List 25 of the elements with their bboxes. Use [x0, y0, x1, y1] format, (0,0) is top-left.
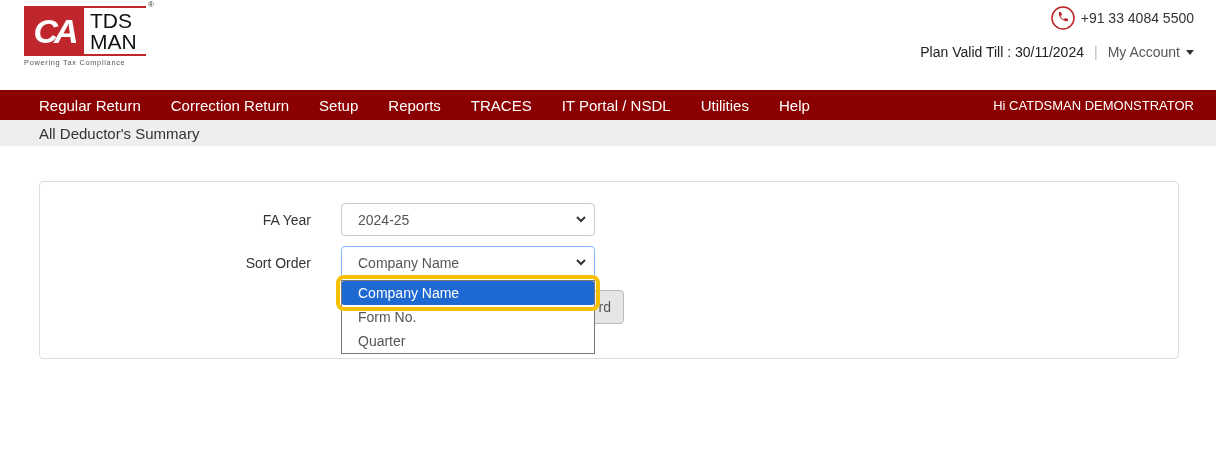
menu-item[interactable]: Help — [778, 96, 810, 114]
user-greeting: Hi CATDSMAN DEMONSTRATOR — [993, 97, 1194, 113]
field-label: Sort Order — [244, 254, 311, 271]
phone-number: +91 33 4084 5500 — [1080, 10, 1194, 26]
menu-item[interactable]: Regular Return — [39, 96, 141, 114]
chevron-down-icon — [576, 259, 586, 266]
logo-mark: CA — [24, 8, 84, 54]
menu-item[interactable]: Setup — [319, 96, 359, 114]
field-label: FA Year — [261, 211, 311, 228]
registered-mark: ® — [148, 0, 154, 9]
menu-item[interactable]: Utilities — [700, 96, 749, 114]
menu-item[interactable]: Reports — [388, 96, 441, 114]
page-title: All Deductor's Summary — [39, 124, 200, 142]
menu-item[interactable]: IT Portal / NSDL — [561, 96, 671, 114]
menu-item[interactable]: Correction Return — [170, 96, 290, 114]
logo-text: TDS — [90, 10, 133, 31]
year-select[interactable]: 2024-25 — [341, 203, 595, 236]
chevron-down-icon — [576, 216, 586, 223]
my-account-link[interactable]: My Account — [1107, 44, 1180, 60]
logo-text: MAN — [90, 31, 137, 52]
menu-item[interactable]: TRACES — [470, 96, 532, 114]
plan-validity: Plan Valid Till : 30/11/2024 — [920, 44, 1084, 60]
caret-icon — [1186, 49, 1194, 55]
phone-icon — [1050, 6, 1075, 30]
separator: | — [1094, 44, 1098, 60]
